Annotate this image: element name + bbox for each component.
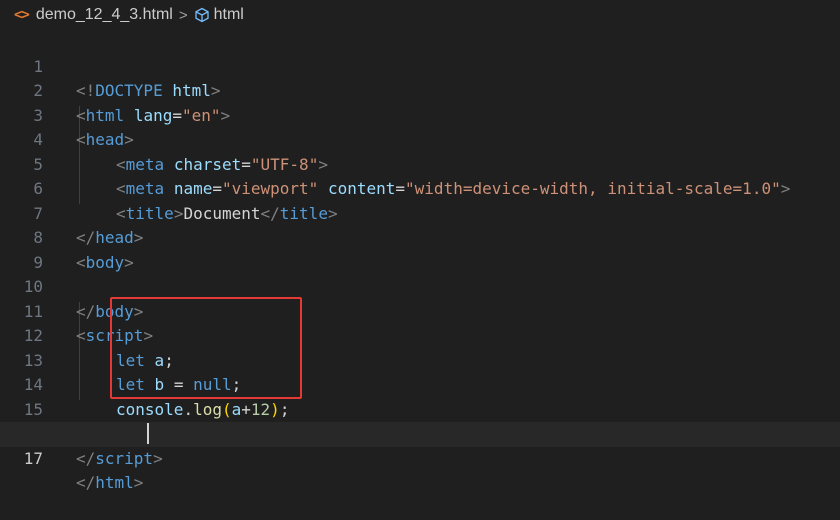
- code-line: 11 <script>: [0, 275, 840, 346]
- code-line: 1 <!DOCTYPE html>: [0, 30, 840, 101]
- code-line: 9: [0, 226, 840, 272]
- html-file-icon: <>: [14, 7, 30, 23]
- breadcrumb-separator-icon: >: [178, 6, 188, 24]
- token: </: [76, 448, 96, 468]
- line-content: </html>: [76, 471, 143, 496]
- code-line: 7 </head>: [0, 177, 840, 248]
- token: >: [153, 448, 163, 468]
- token: </: [76, 473, 96, 492]
- code-line: 16 </script>: [0, 398, 840, 468]
- line-number: 17: [23, 448, 43, 468]
- symbol-element-icon: [194, 7, 209, 23]
- token: >: [133, 473, 144, 492]
- highlight-box: [110, 297, 302, 399]
- code-line: 3 <head>: [0, 79, 840, 150]
- text-cursor: [147, 423, 149, 444]
- code-line: 2 <html lang="en">: [0, 55, 840, 125]
- token: script: [95, 448, 154, 468]
- code-line: 4 <meta charset="UTF-8">: [0, 104, 840, 174]
- breadcrumb-file-name[interactable]: demo_12_4_3.html: [36, 6, 173, 24]
- breadcrumb: <> demo_12_4_3.html > html: [0, 0, 840, 30]
- line-content: </script>: [76, 447, 163, 472]
- code-line: 5 <meta name="viewport" content="width=d…: [0, 128, 840, 199]
- breadcrumb-symbol-name[interactable]: html: [214, 6, 244, 24]
- code-line: 10 </body>: [0, 251, 840, 321]
- code-line: 6 <title>Document</title>: [0, 153, 840, 223]
- token: html: [95, 473, 134, 492]
- code-line: 8 <body>: [0, 202, 840, 272]
- code-line-current: 17 </html>: [0, 422, 840, 492]
